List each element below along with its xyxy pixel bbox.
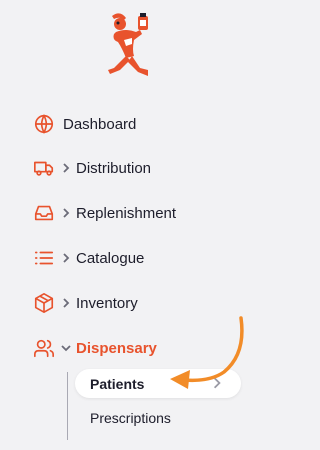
globe-icon [32, 112, 56, 136]
subnav-item-prescriptions[interactable]: Prescriptions [90, 410, 171, 426]
list-icon [32, 246, 56, 270]
nav-item-inventory[interactable]: Inventory [32, 291, 138, 315]
sidebar-page: Dashboard Distribution Replenishment Cat… [0, 0, 259, 450]
truck-icon [32, 156, 56, 180]
box-icon [32, 291, 56, 315]
nav-item-catalogue[interactable]: Catalogue [32, 246, 144, 270]
chevron-right-icon [60, 252, 72, 264]
nav-item-label: Inventory [76, 294, 138, 312]
subnav-item-label: Prescriptions [90, 410, 171, 426]
chevron-down-icon [60, 342, 72, 354]
subnav-item-label: Patients [90, 375, 145, 392]
chevron-right-icon [60, 297, 72, 309]
submenu-tree-line [67, 372, 68, 440]
chevron-right-icon [60, 207, 72, 219]
nav-item-label: Replenishment [76, 204, 177, 222]
nav-item-label: Dashboard [63, 115, 137, 133]
nav-item-distribution[interactable]: Distribution [32, 156, 151, 180]
nav-item-label: Distribution [76, 159, 152, 177]
chevron-right-icon [213, 377, 221, 389]
users-icon [32, 336, 56, 360]
nav-item-dispensary[interactable]: Dispensary [32, 336, 157, 360]
nav-item-label: Catalogue [76, 249, 145, 267]
nav-item-label: Dispensary [76, 339, 157, 357]
inbox-icon [32, 201, 56, 225]
nav-item-dashboard[interactable]: Dashboard [32, 112, 136, 136]
app-logo-icon[interactable] [104, 10, 162, 82]
nav-item-replenishment[interactable]: Replenishment [32, 201, 176, 225]
chevron-right-icon [60, 162, 72, 174]
subnav-item-patients[interactable]: Patients [75, 369, 241, 398]
